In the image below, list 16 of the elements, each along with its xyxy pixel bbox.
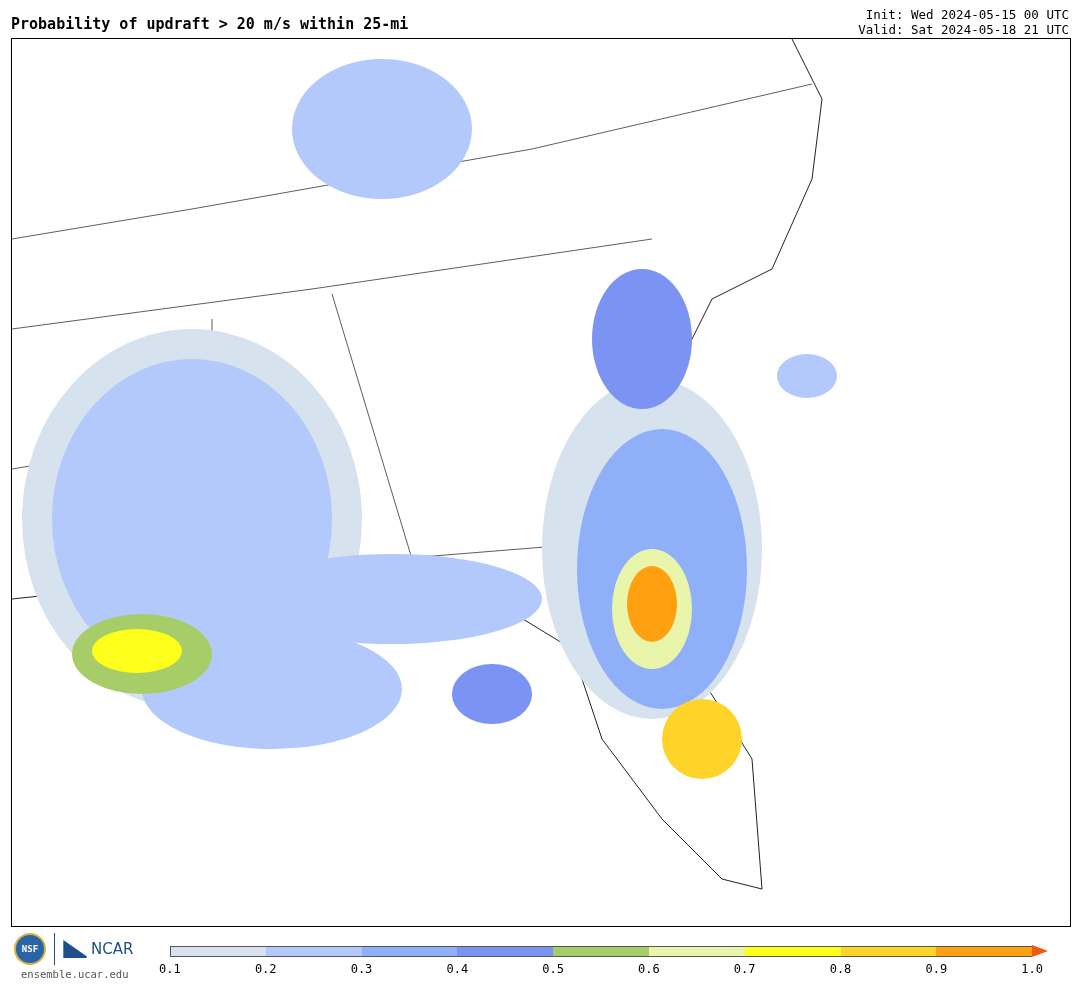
ncar-logo-icon	[63, 940, 87, 958]
colorbar-tick-label: 1.0	[1020, 962, 1044, 976]
website-url: ensemble.ucar.edu	[21, 968, 129, 980]
colorbar-tick-label: 0.9	[924, 962, 949, 976]
colorbar-tick-label: 0.4	[445, 962, 470, 976]
colorbar-tick-label: 0.8	[828, 962, 853, 976]
ncar-logo: NCAR	[91, 940, 134, 958]
colorbar-tick-label: 0.5	[541, 962, 565, 976]
valid-time: Valid: Sat 2024-05-18 21 UTC	[858, 22, 1069, 37]
init-time: Init: Wed 2024-05-15 00 UTC	[865, 7, 1069, 22]
nsf-logo: NSF	[14, 933, 46, 965]
colorbar-tick-label: 0.7	[732, 962, 757, 976]
chart-title: Probability of updraft > 20 m/s within 25-mi	[11, 15, 409, 35]
colorbar-tick-label: 0.2	[253, 962, 278, 976]
colorbar-tick-label: 0.6	[637, 962, 661, 976]
colorbar-tick-label: 0.3	[349, 962, 374, 976]
